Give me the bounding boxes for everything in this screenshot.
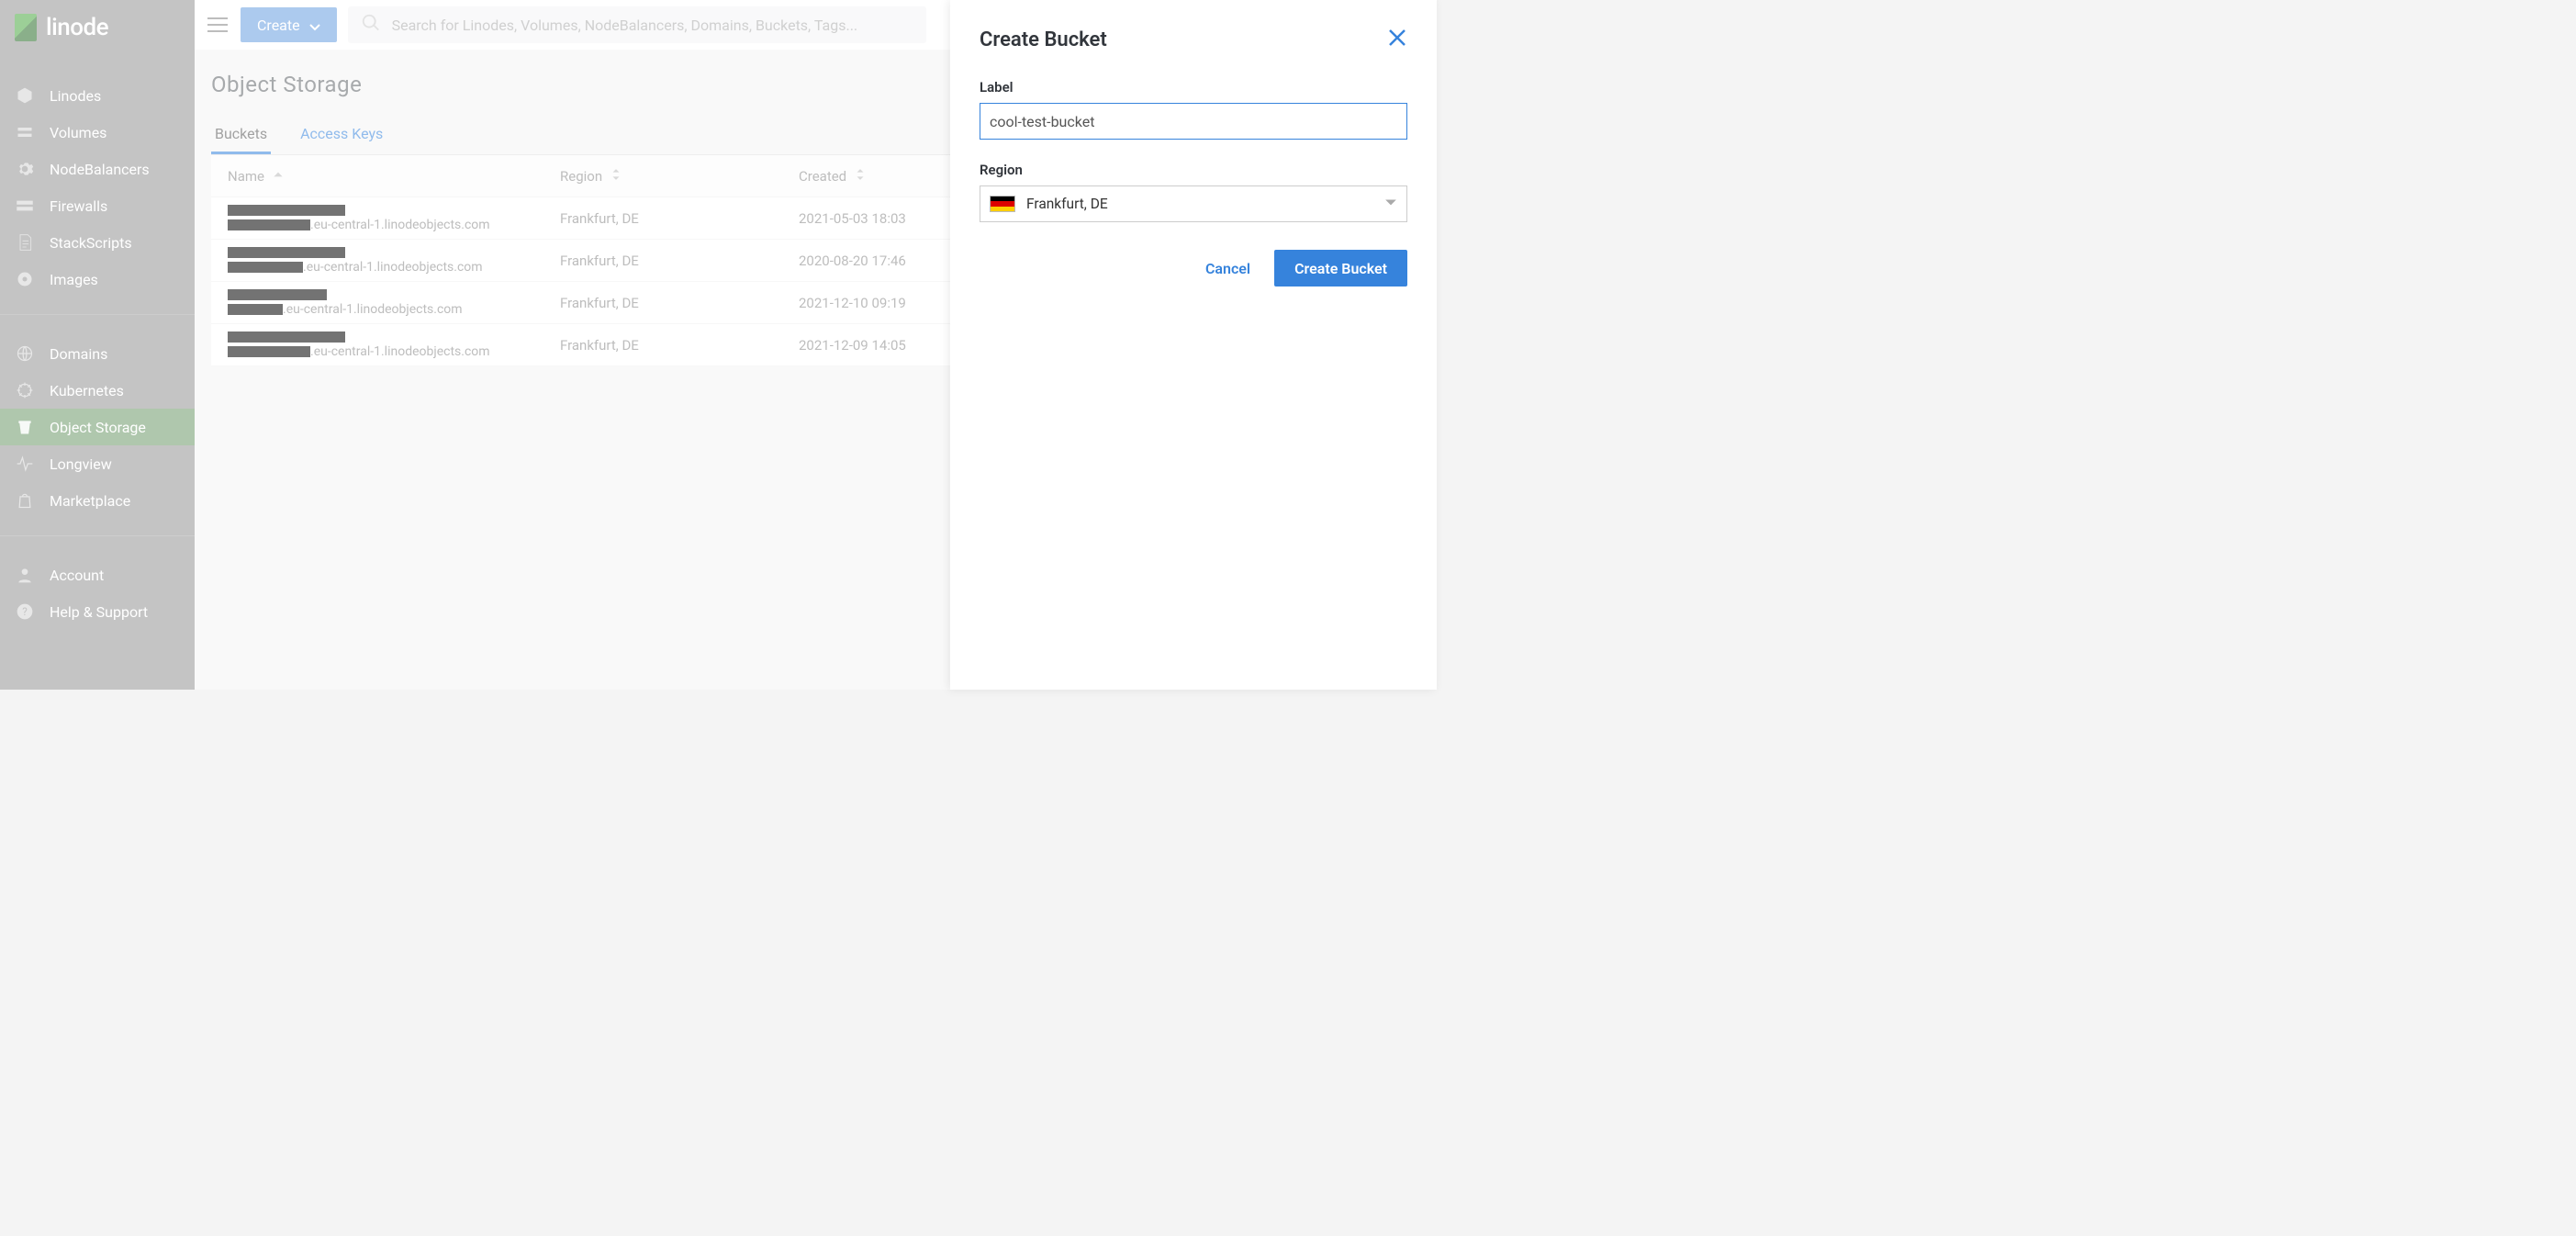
redacted-host-prefix xyxy=(228,219,310,230)
col-region[interactable]: Region xyxy=(560,168,799,185)
nav-group-account: Account? Help & Support xyxy=(0,535,195,630)
search-bar[interactable] xyxy=(348,6,926,43)
sidebar-item-volumes[interactable]: Volumes xyxy=(0,114,195,151)
close-icon[interactable] xyxy=(1387,28,1407,51)
menu-toggle-icon[interactable] xyxy=(206,13,230,37)
disc-icon xyxy=(15,269,35,289)
helm-icon xyxy=(15,380,35,400)
chevron-down-icon xyxy=(1384,196,1397,213)
bucket-host-suffix: .eu-central-1.linodeobjects.com xyxy=(303,260,483,275)
redacted-host-prefix xyxy=(228,262,303,273)
sidebar-item-label: Volumes xyxy=(50,124,106,141)
drawer-title: Create Bucket xyxy=(980,28,1107,51)
redacted-bucket-name xyxy=(228,331,345,343)
sidebar-item-label: Kubernetes xyxy=(50,382,124,399)
cell-created: 2020-08-20 17:46 xyxy=(799,253,964,269)
search-icon xyxy=(361,13,381,37)
sidebar-item-domains[interactable]: Domains xyxy=(0,335,195,372)
sidebar-item-label: Firewalls xyxy=(50,197,107,215)
bucket-label-input[interactable] xyxy=(980,103,1407,140)
cell-created: 2021-05-03 18:03 xyxy=(799,210,964,227)
redacted-bucket-name xyxy=(228,247,345,258)
bucket-host-suffix: .eu-central-1.linodeobjects.com xyxy=(310,218,490,232)
redacted-bucket-name xyxy=(228,289,327,300)
help-icon: ? xyxy=(15,601,35,622)
cell-region: Frankfurt, DE xyxy=(560,210,799,227)
cube-icon xyxy=(15,85,35,106)
region-field-label: Region xyxy=(980,162,1407,178)
tab-buckets[interactable]: Buckets xyxy=(211,116,271,154)
sidebar-item-label: Marketplace xyxy=(50,492,130,510)
redacted-bucket-name xyxy=(228,205,345,216)
search-input[interactable] xyxy=(392,17,913,34)
sidebar-item-label: Account xyxy=(50,567,104,584)
flag-de-icon xyxy=(990,196,1015,212)
brand-name: linode xyxy=(46,14,108,41)
cell-region: Frankfurt, DE xyxy=(560,253,799,269)
cog-icon xyxy=(15,159,35,179)
sort-icon xyxy=(854,168,867,185)
sidebar-item-label: Help & Support xyxy=(50,603,148,621)
cell-name: .eu-central-1.linodeobjects.com xyxy=(228,205,560,232)
redacted-host-prefix xyxy=(228,304,283,315)
sort-asc-icon xyxy=(272,168,285,185)
cell-created: 2021-12-10 09:19 xyxy=(799,295,964,311)
sidebar-item-label: Images xyxy=(50,271,98,288)
cell-name: .eu-central-1.linodeobjects.com xyxy=(228,247,560,275)
sidebar-item-object-storage[interactable]: Object Storage xyxy=(0,409,195,445)
sidebar-item-label: Object Storage xyxy=(50,419,146,436)
pulse-icon xyxy=(15,454,35,474)
bag-icon xyxy=(15,490,35,511)
create-button-label: Create xyxy=(257,17,300,34)
sidebar-item-stackscripts[interactable]: StackScripts xyxy=(0,224,195,261)
tab-access-keys[interactable]: Access Keys xyxy=(297,116,386,154)
sidebar-item-account[interactable]: Account xyxy=(0,556,195,593)
sidebar-item-images[interactable]: Images xyxy=(0,261,195,298)
bucket-host-suffix: .eu-central-1.linodeobjects.com xyxy=(283,302,463,317)
cell-name: .eu-central-1.linodeobjects.com xyxy=(228,331,560,359)
cell-created: 2021-12-09 14:05 xyxy=(799,337,964,354)
nav-group-compute: Linodes Volumes NodeBalancers Firewalls Stac… xyxy=(0,55,195,298)
sidebar-item-firewalls[interactable]: Firewalls xyxy=(0,187,195,224)
region-select[interactable]: Frankfurt, DE xyxy=(980,185,1407,222)
col-created[interactable]: Created xyxy=(799,168,946,185)
brand-logo[interactable]: linode xyxy=(0,0,195,55)
sidebar-item-marketplace[interactable]: Marketplace xyxy=(0,482,195,519)
create-bucket-drawer: Create Bucket Label Region Frankfurt, DE… xyxy=(950,0,1437,690)
sidebar-item-label: NodeBalancers xyxy=(50,161,150,178)
cancel-button[interactable]: Cancel xyxy=(1205,260,1250,277)
user-icon xyxy=(15,565,35,585)
sidebar-item-linodes[interactable]: Linodes xyxy=(0,77,195,114)
cell-region: Frankfurt, DE xyxy=(560,295,799,311)
chevron-down-icon xyxy=(309,19,320,30)
linode-logo-icon xyxy=(15,14,37,41)
create-bucket-submit-button[interactable]: Create Bucket xyxy=(1274,250,1407,287)
sidebar-item-help-support[interactable]: ? Help & Support xyxy=(0,593,195,630)
sidebar-item-nodebalancers[interactable]: NodeBalancers xyxy=(0,151,195,187)
sort-icon xyxy=(610,168,622,185)
region-selected-value: Frankfurt, DE xyxy=(1026,196,1373,212)
sidebar-item-label: Domains xyxy=(50,345,107,363)
sidebar-item-kubernetes[interactable]: Kubernetes xyxy=(0,372,195,409)
sidebar: linode Linodes Volumes NodeBalancers Firewa… xyxy=(0,0,195,690)
sidebar-item-label: StackScripts xyxy=(50,234,132,252)
sidebar-item-label: Longview xyxy=(50,455,112,473)
bucket-icon xyxy=(15,417,35,437)
sidebar-item-longview[interactable]: Longview xyxy=(0,445,195,482)
label-field-label: Label xyxy=(980,79,1407,96)
create-button[interactable]: Create xyxy=(241,7,337,42)
sidebar-item-label: Linodes xyxy=(50,87,101,105)
cell-name: .eu-central-1.linodeobjects.com xyxy=(228,289,560,317)
col-name[interactable]: Name xyxy=(211,168,560,185)
wall-icon xyxy=(15,196,35,216)
cell-region: Frankfurt, DE xyxy=(560,337,799,354)
bucket-host-suffix: .eu-central-1.linodeobjects.com xyxy=(310,344,490,359)
drive-icon xyxy=(15,122,35,142)
script-icon xyxy=(15,232,35,253)
globe-icon xyxy=(15,343,35,364)
svg-text:?: ? xyxy=(22,605,28,618)
nav-group-services: Domains Kubernetes Object Storage Longview M… xyxy=(0,314,195,519)
redacted-host-prefix xyxy=(228,346,310,357)
